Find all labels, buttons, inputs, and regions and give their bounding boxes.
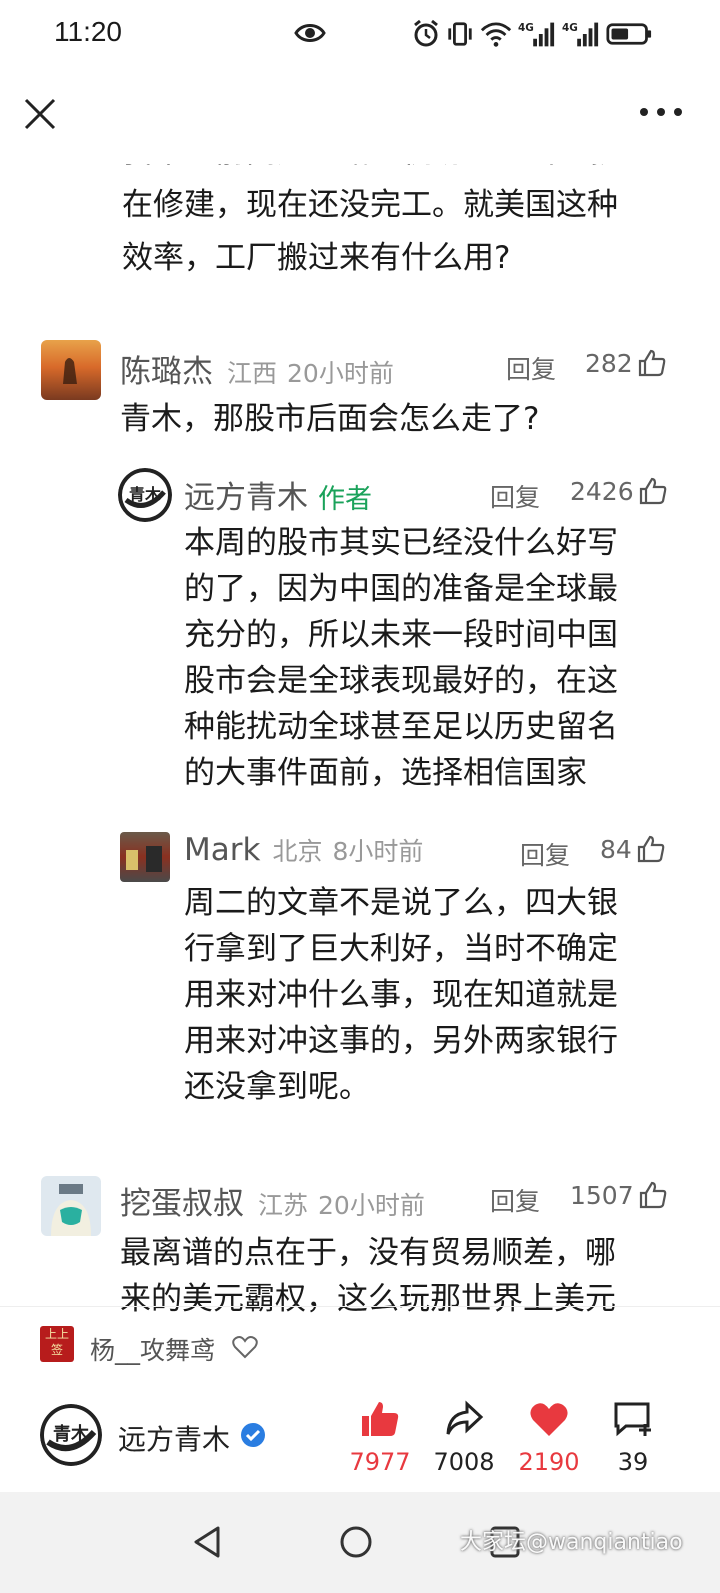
home-icon[interactable] <box>338 1524 374 1560</box>
comment-location: 北京 <box>272 837 323 866</box>
author-badge: 作者 <box>318 484 372 515</box>
share-action[interactable]: 7008 <box>424 1398 504 1476</box>
reply-button[interactable]: 回复 <box>490 1182 540 1218</box>
more-dots-icon[interactable] <box>638 100 684 124</box>
thumbs-up-icon <box>639 477 666 505</box>
badge-line: 签 <box>50 1343 63 1357</box>
net-4g-label: 4G <box>518 22 534 34</box>
avatar[interactable]: 青木 <box>40 1404 102 1466</box>
like-button[interactable]: 84 <box>600 834 666 864</box>
comment-header: 远方青木 作者 <box>184 472 372 516</box>
wifi-icon <box>480 22 512 47</box>
comment-add-icon <box>614 1402 651 1437</box>
comment-location: 江苏 <box>258 1191 309 1220</box>
comment-header: Mark 北京 8小时前 <box>184 832 423 876</box>
comment-header: 挖蛋叔叔 江苏 20小时前 <box>120 1178 425 1222</box>
like-button[interactable]: 2426 <box>570 476 668 506</box>
heart-filled-icon <box>530 1403 568 1436</box>
heart-outline-icon[interactable] <box>232 1335 258 1359</box>
reply-button[interactable]: 回复 <box>520 836 570 872</box>
like-count: 2426 <box>570 476 634 506</box>
avatar[interactable] <box>41 1176 101 1236</box>
svg-text:青木: 青木 <box>129 485 162 504</box>
liker-name[interactable]: 杨__攻舞鸢 <box>90 1331 215 1367</box>
like-button[interactable]: 282 <box>585 348 667 378</box>
comment-text: 本周的股市其实已经没什么好写 的了，因为中国的准备是全球最 充分的，所以未来一段… <box>184 525 618 791</box>
like-button[interactable]: 1507 <box>570 1180 668 1210</box>
comment-list: 我来之前高速公路到机场一个出口就 在修建，现在还没完工。就美国这种 效率，工厂搬… <box>0 164 720 1324</box>
comment-location: 江西 <box>227 359 278 388</box>
reply-button[interactable]: 回复 <box>490 478 540 514</box>
verified-badge-icon <box>241 1423 265 1447</box>
system-nav-bar: 大家坛@wanqiantiao <box>0 1492 720 1593</box>
svg-text:青木: 青木 <box>53 1423 90 1445</box>
share-icon <box>446 1400 484 1435</box>
comment-time: 20小时前 <box>318 1191 425 1220</box>
status-time: 11:20 <box>54 16 122 47</box>
favorite-action[interactable]: 2190 <box>509 1398 589 1476</box>
badge-line: 上上 <box>44 1327 69 1341</box>
share-total: 7008 <box>433 1448 495 1476</box>
comment-user-name[interactable]: 陈璐杰 <box>120 346 213 391</box>
back-icon[interactable] <box>190 1524 226 1560</box>
signal-4g-icon: 4G <box>518 22 555 47</box>
battery-icon <box>606 23 652 45</box>
comment-text: 青木，那股市后面会怎么走了? <box>120 401 540 437</box>
signal-4g-icon: 4G <box>562 22 599 47</box>
like-count: 282 <box>585 348 633 378</box>
article-text-tail: 我来之前高速公路到机场一个出口就 在修建，现在还没完工。就美国这种 效率，工厂搬… <box>122 164 618 276</box>
thumbs-up-icon <box>638 349 666 377</box>
action-bar: 青木 远方青木 7977 7008 2190 39 <box>0 1376 720 1492</box>
top-nav <box>0 70 720 164</box>
like-count: 84 <box>600 834 632 864</box>
liker-bar: 上上 签 杨__攻舞鸢 <box>0 1306 720 1376</box>
comment-text: 周二的文章不是说了么，四大银 行拿到了巨大利好，当时不确定 用来对冲什么事，现在… <box>184 885 618 1105</box>
author-name[interactable]: 远方青木 <box>118 1418 230 1458</box>
status-icons: 4G 4G <box>412 18 652 50</box>
avatar[interactable] <box>41 340 101 400</box>
favorite-total: 2190 <box>518 1448 580 1476</box>
close-icon[interactable] <box>22 96 58 132</box>
eye-icon <box>294 24 326 42</box>
like-action[interactable]: 7977 <box>340 1398 420 1476</box>
net-4g-label: 4G <box>562 22 578 34</box>
comment-user-name[interactable]: 挖蛋叔叔 <box>120 1178 244 1223</box>
thumbs-up-icon <box>639 1181 666 1209</box>
avatar[interactable] <box>120 832 170 882</box>
thumbs-up-icon <box>637 835 665 863</box>
comment-time: 20小时前 <box>287 359 394 388</box>
comment-total: 39 <box>617 1448 649 1476</box>
like-total: 7977 <box>349 1448 411 1476</box>
comment-header: 陈璐杰 江西 20小时前 <box>120 346 394 390</box>
alarm-icon <box>414 19 438 47</box>
comment-time: 8小时前 <box>332 837 424 866</box>
avatar[interactable]: 青木 <box>118 468 172 522</box>
reply-button[interactable]: 回复 <box>506 350 556 386</box>
comment-action[interactable]: 39 <box>593 1398 673 1476</box>
like-count: 1507 <box>570 1180 634 1210</box>
comment-user-name[interactable]: 远方青木 <box>184 472 308 517</box>
status-bar: 11:20 4G 4G <box>0 0 720 70</box>
lucky-badge: 上上 签 <box>40 1326 74 1362</box>
comment-user-name[interactable]: Mark <box>184 832 260 868</box>
thumbs-up-filled-icon <box>362 1402 399 1436</box>
watermark: 大家坛@wanqiantiao <box>460 1530 683 1555</box>
vibrate-icon <box>448 22 472 46</box>
